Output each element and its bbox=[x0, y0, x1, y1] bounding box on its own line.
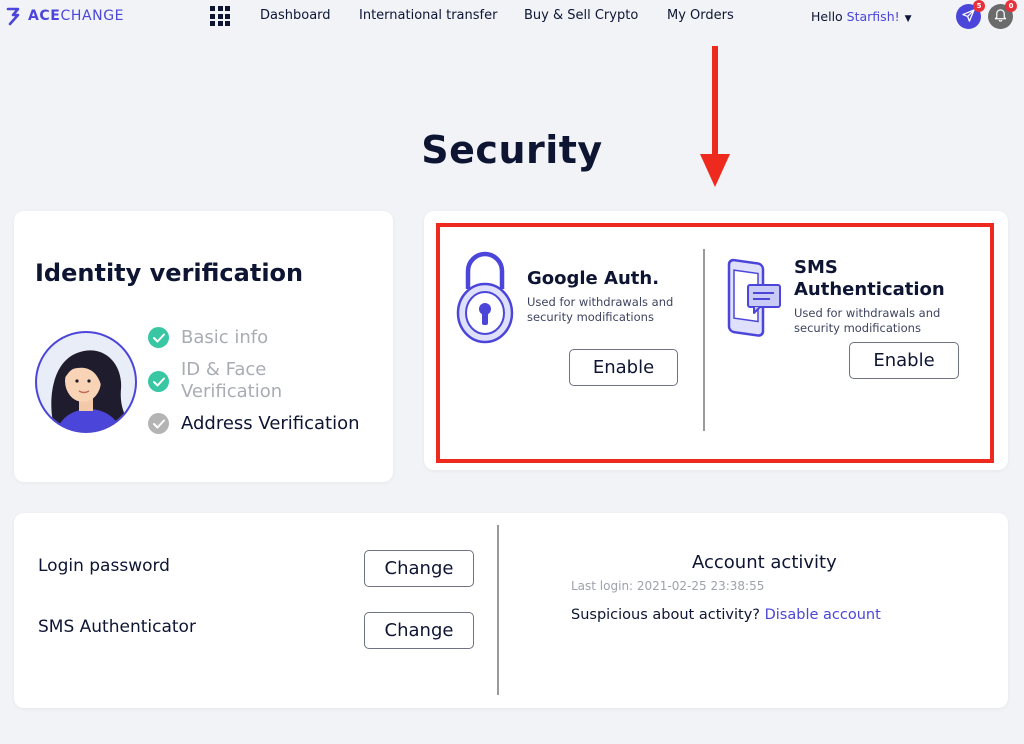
suspicious-activity-row: Suspicious about activity? Disable accou… bbox=[571, 607, 881, 623]
sms-auth-description: Used for withdrawals and security modifi… bbox=[794, 306, 940, 336]
nav-dashboard[interactable]: Dashboard bbox=[260, 8, 331, 23]
last-login-text: Last login: 2021-02-25 23:38:55 bbox=[571, 579, 765, 593]
send-badge: 5 bbox=[973, 0, 985, 12]
notifications-badge: 0 bbox=[1005, 0, 1017, 12]
vertical-divider bbox=[497, 525, 499, 695]
desc-line: Used for withdrawals and bbox=[794, 306, 941, 320]
logo-text-bold: ACE bbox=[28, 8, 61, 24]
step-id-face-verification: ID & Face Verification bbox=[148, 359, 282, 403]
phone-message-icon bbox=[726, 255, 784, 341]
step-label: Basic info bbox=[181, 327, 268, 349]
step-label-line: Verification bbox=[181, 381, 283, 402]
nav-buy-sell-crypto[interactable]: Buy & Sell Crypto bbox=[524, 8, 638, 23]
sms-authenticator-change-button[interactable]: Change bbox=[364, 612, 474, 649]
user-name: Starfish! bbox=[846, 9, 900, 24]
step-label: ID & Face Verification bbox=[181, 359, 282, 403]
logo-text: ACECHANGE bbox=[28, 8, 124, 24]
paper-plane-icon bbox=[962, 7, 975, 26]
caret-down-icon: ▼ bbox=[904, 14, 912, 24]
nav-my-orders[interactable]: My Orders bbox=[667, 8, 734, 23]
user-menu[interactable]: Hello Starfish! ▼ bbox=[811, 9, 912, 24]
title-line: SMS bbox=[794, 257, 838, 278]
desc-line: security modifications bbox=[794, 321, 921, 335]
identity-verification-card: Identity verification Basic info ID & Fa… bbox=[14, 211, 393, 482]
account-settings-card: Login password Change SMS Authenticator … bbox=[14, 513, 1008, 708]
top-navigation: ACECHANGE Dashboard International transf… bbox=[0, 0, 1024, 34]
check-circle-icon bbox=[148, 327, 169, 348]
sms-authenticator-label: SMS Authenticator bbox=[38, 617, 196, 637]
login-password-label: Login password bbox=[38, 556, 170, 576]
check-circle-icon bbox=[148, 371, 169, 392]
account-activity-title: Account activity bbox=[692, 552, 837, 573]
two-factor-card: Google Auth. Used for withdrawals and se… bbox=[424, 211, 1008, 470]
desc-line: security modifications bbox=[527, 310, 654, 324]
step-label-line: Basic info bbox=[181, 327, 269, 348]
step-basic-info: Basic info bbox=[148, 327, 268, 349]
google-auth-title: Google Auth. bbox=[527, 268, 660, 289]
suspicious-text: Suspicious about activity? bbox=[571, 607, 760, 623]
step-label-line: ID & Face bbox=[181, 359, 267, 380]
apps-grid-icon[interactable] bbox=[210, 6, 230, 26]
page-title: Security bbox=[421, 128, 603, 172]
sms-auth-title: SMS Authentication bbox=[794, 257, 945, 301]
bell-icon bbox=[994, 7, 1007, 26]
title-line: Authentication bbox=[794, 279, 945, 300]
google-auth-enable-button[interactable]: Enable bbox=[569, 349, 678, 386]
vertical-divider bbox=[703, 249, 705, 431]
step-address-verification: Address Verification bbox=[148, 413, 360, 435]
logo-text-light: CHANGE bbox=[60, 8, 125, 24]
avatar bbox=[35, 331, 137, 433]
notifications-button[interactable]: 0 bbox=[988, 0, 1017, 29]
step-label: Address Verification bbox=[181, 413, 360, 435]
nav-international-transfer[interactable]: International transfer bbox=[359, 8, 497, 23]
send-button[interactable]: 5 bbox=[956, 0, 985, 29]
login-password-change-button[interactable]: Change bbox=[364, 550, 474, 587]
google-auth-description: Used for withdrawals and security modifi… bbox=[527, 295, 673, 325]
desc-line: Used for withdrawals and bbox=[527, 295, 674, 309]
identity-title: Identity verification bbox=[35, 259, 304, 287]
acechange-logo-icon bbox=[6, 6, 22, 26]
disable-account-link[interactable]: Disable account bbox=[765, 607, 881, 623]
greeting-text: Hello bbox=[811, 9, 843, 24]
step-label-line: Address Verification bbox=[181, 413, 360, 434]
logo[interactable]: ACECHANGE bbox=[6, 6, 124, 26]
sms-auth-enable-button[interactable]: Enable bbox=[849, 342, 959, 379]
padlock-icon bbox=[454, 247, 516, 349]
check-circle-pending-icon bbox=[148, 413, 169, 434]
